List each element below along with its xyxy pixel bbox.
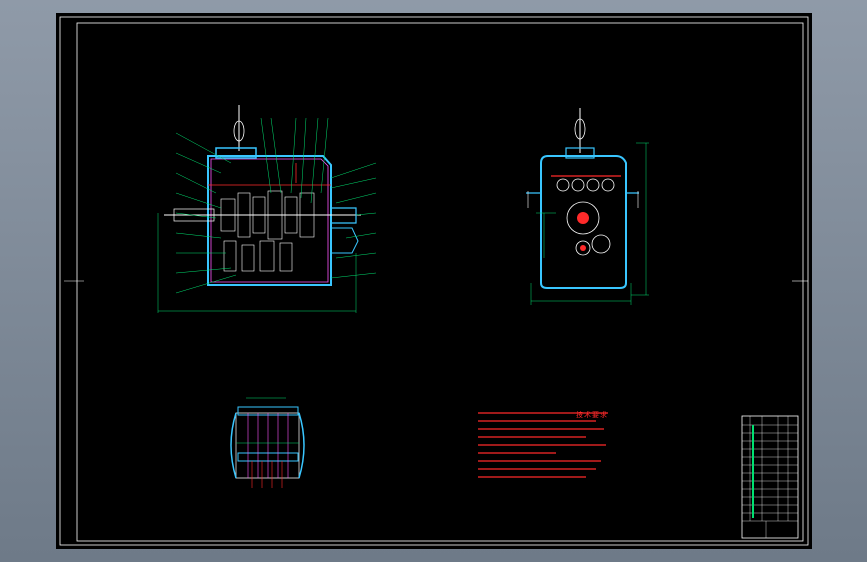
detail-section-view [230,397,305,488]
technical-notes [478,412,608,478]
cad-drawing [59,16,809,546]
side-section-view [526,108,649,305]
cad-viewport[interactable]: 技术要求 [56,13,812,549]
housing-inner [210,158,329,283]
front-section-view [157,105,377,313]
title-block [741,415,799,539]
inner-frame [76,22,804,542]
technical-notes-title: 技术要求 [576,411,608,419]
outer-frame [59,16,809,546]
gearbox-housing [207,155,332,286]
